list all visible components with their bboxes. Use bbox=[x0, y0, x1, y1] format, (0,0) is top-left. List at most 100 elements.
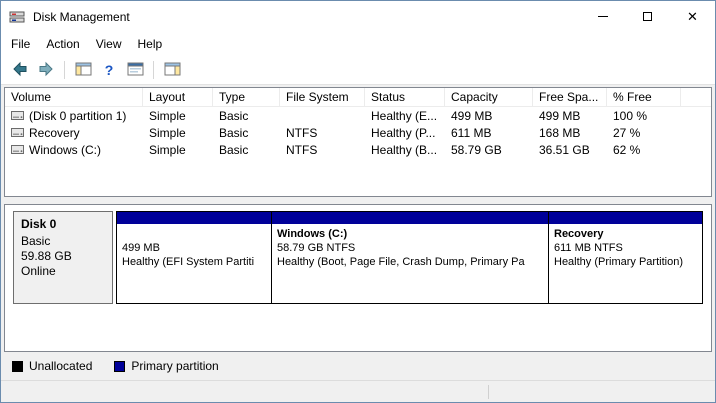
partition-efi[interactable]: 499 MB Healthy (EFI System Partiti bbox=[116, 211, 272, 304]
minimize-button[interactable] bbox=[580, 1, 625, 32]
disk-name: Disk 0 bbox=[21, 217, 105, 232]
volume-row-windows-c[interactable]: Windows (C:) Simple Basic NTFS Healthy (… bbox=[5, 141, 711, 158]
disk-status: Online bbox=[21, 264, 105, 279]
volume-icon bbox=[11, 127, 24, 138]
column-header-free-space[interactable]: Free Spa... bbox=[533, 88, 607, 106]
disk-management-app-icon bbox=[9, 9, 27, 25]
legend: Unallocated Primary partition bbox=[4, 354, 712, 378]
cell-pct-free: 27 % bbox=[607, 126, 681, 140]
partition-title bbox=[122, 227, 266, 241]
pane-splitter[interactable] bbox=[4, 197, 712, 204]
partition-color-band bbox=[549, 212, 702, 224]
partition-size: 58.79 GB NTFS bbox=[277, 241, 543, 255]
content-area: Volume Layout Type File System Status Ca… bbox=[1, 85, 715, 380]
action-pane-icon bbox=[164, 62, 181, 79]
column-header-capacity[interactable]: Capacity bbox=[445, 88, 533, 106]
legend-label: Primary partition bbox=[131, 359, 218, 373]
cell-free-space: 36.51 GB bbox=[533, 143, 607, 157]
partition-strip: 499 MB Healthy (EFI System Partiti Windo… bbox=[116, 211, 703, 304]
volume-table-header: Volume Layout Type File System Status Ca… bbox=[5, 88, 711, 107]
disk-info-box[interactable]: Disk 0 Basic 59.88 GB Online bbox=[13, 211, 113, 304]
forward-button[interactable] bbox=[34, 58, 58, 82]
partition-color-band bbox=[117, 212, 271, 224]
cell-type: Basic bbox=[213, 126, 280, 140]
volume-name: Windows (C:) bbox=[29, 143, 101, 157]
partition-size: 499 MB bbox=[122, 241, 266, 255]
cell-layout: Simple bbox=[143, 126, 213, 140]
toolbar-separator bbox=[153, 61, 154, 79]
cell-free-space: 499 MB bbox=[533, 109, 607, 123]
menu-file[interactable]: File bbox=[3, 34, 38, 54]
close-icon: ✕ bbox=[687, 9, 698, 25]
graphical-view-pane: Disk 0 Basic 59.88 GB Online 499 MB Heal… bbox=[4, 204, 712, 352]
cell-file-system: NTFS bbox=[280, 126, 365, 140]
legend-label: Unallocated bbox=[29, 359, 92, 373]
partition-title: Recovery bbox=[554, 227, 697, 241]
menubar: File Action View Help bbox=[1, 32, 715, 56]
help-button[interactable]: ? bbox=[97, 58, 121, 82]
cell-type: Basic bbox=[213, 143, 280, 157]
unallocated-swatch-icon bbox=[12, 361, 23, 372]
partition-title: Windows (C:) bbox=[277, 227, 543, 241]
column-header-status[interactable]: Status bbox=[365, 88, 445, 106]
menu-action[interactable]: Action bbox=[38, 34, 87, 54]
cell-status: Healthy (P... bbox=[365, 126, 445, 140]
forward-arrow-icon bbox=[38, 61, 54, 80]
partition-color-band bbox=[272, 212, 548, 224]
cell-file-system: NTFS bbox=[280, 143, 365, 157]
partition-status: Healthy (Boot, Page File, Crash Dump, Pr… bbox=[277, 255, 543, 269]
volume-icon bbox=[11, 110, 24, 121]
column-header-pct-free[interactable]: % Free bbox=[607, 88, 681, 106]
volume-row-recovery[interactable]: Recovery Simple Basic NTFS Healthy (P...… bbox=[5, 124, 711, 141]
cell-pct-free: 62 % bbox=[607, 143, 681, 157]
column-header-filler bbox=[681, 88, 711, 106]
cell-capacity: 499 MB bbox=[445, 109, 533, 123]
volume-list-pane: Volume Layout Type File System Status Ca… bbox=[4, 87, 712, 197]
partition-status: Healthy (Primary Partition) bbox=[554, 255, 697, 269]
show-console-tree-button[interactable] bbox=[71, 58, 95, 82]
column-header-type[interactable]: Type bbox=[213, 88, 280, 106]
volume-name: (Disk 0 partition 1) bbox=[29, 109, 126, 123]
partition-recovery[interactable]: Recovery 611 MB NTFS Healthy (Primary Pa… bbox=[549, 211, 703, 304]
cell-capacity: 58.79 GB bbox=[445, 143, 533, 157]
maximize-button[interactable] bbox=[625, 1, 670, 32]
toolbar: ? bbox=[1, 56, 715, 85]
cell-capacity: 611 MB bbox=[445, 126, 533, 140]
minimize-icon bbox=[598, 16, 608, 17]
disk-size: 59.88 GB bbox=[21, 249, 105, 264]
cell-pct-free: 100 % bbox=[607, 109, 681, 123]
volume-icon bbox=[11, 144, 24, 155]
window-title: Disk Management bbox=[33, 10, 580, 24]
back-arrow-icon bbox=[12, 61, 28, 80]
window-controls: ✕ bbox=[580, 1, 715, 32]
maximize-icon bbox=[643, 12, 652, 21]
column-header-volume[interactable]: Volume bbox=[5, 88, 143, 106]
close-button[interactable]: ✕ bbox=[670, 1, 715, 32]
console-tree-icon bbox=[75, 62, 92, 79]
legend-item-unallocated: Unallocated bbox=[12, 359, 92, 373]
column-header-layout[interactable]: Layout bbox=[143, 88, 213, 106]
titlebar: Disk Management ✕ bbox=[1, 1, 715, 32]
menu-view[interactable]: View bbox=[88, 34, 130, 54]
statusbar-divider bbox=[488, 385, 489, 399]
column-header-file-system[interactable]: File System bbox=[280, 88, 365, 106]
cell-type: Basic bbox=[213, 109, 280, 123]
cell-layout: Simple bbox=[143, 143, 213, 157]
cell-status: Healthy (B... bbox=[365, 143, 445, 157]
legend-item-primary-partition: Primary partition bbox=[114, 359, 218, 373]
cell-layout: Simple bbox=[143, 109, 213, 123]
primary-partition-swatch-icon bbox=[114, 361, 125, 372]
partition-status: Healthy (EFI System Partiti bbox=[122, 255, 266, 269]
menu-help[interactable]: Help bbox=[130, 34, 171, 54]
partition-windows-c[interactable]: Windows (C:) 58.79 GB NTFS Healthy (Boot… bbox=[272, 211, 549, 304]
toolbar-separator bbox=[64, 61, 65, 79]
show-action-pane-button[interactable] bbox=[160, 58, 184, 82]
disk-management-window: Disk Management ✕ File Action View Help bbox=[0, 0, 716, 403]
back-button[interactable] bbox=[8, 58, 32, 82]
disk-kind: Basic bbox=[21, 234, 105, 249]
cell-status: Healthy (E... bbox=[365, 109, 445, 123]
volume-row-efi[interactable]: (Disk 0 partition 1) Simple Basic Health… bbox=[5, 107, 711, 124]
properties-icon bbox=[127, 62, 144, 79]
volume-name: Recovery bbox=[29, 126, 80, 140]
properties-button[interactable] bbox=[123, 58, 147, 82]
